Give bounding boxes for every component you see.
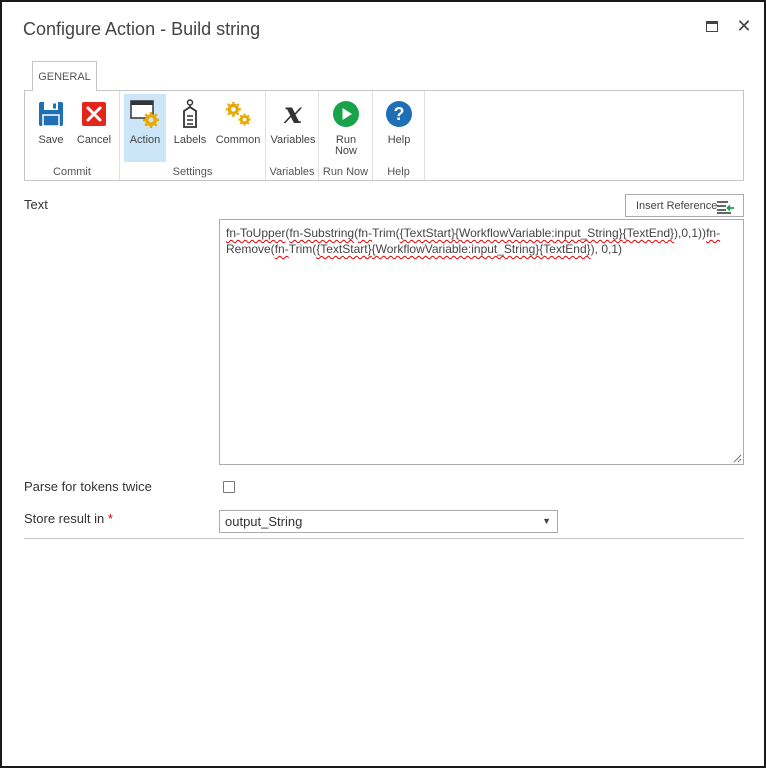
store-result-value: output_String — [225, 514, 303, 529]
store-result-select[interactable]: output_String ▼ — [219, 510, 558, 533]
gears-icon — [223, 99, 253, 129]
cancel-label: Cancel — [76, 134, 112, 146]
help-button[interactable]: ? Help — [378, 94, 420, 162]
close-icon: ✕ — [736, 15, 752, 36]
ribbon-group-run-now: Run Now Run Now — [319, 91, 373, 180]
run-now-label-line2: Now — [334, 145, 357, 157]
run-now-label: Run Now — [335, 135, 357, 157]
form-divider — [24, 538, 744, 539]
save-label: Save — [38, 134, 64, 146]
insert-reference-icon — [717, 201, 734, 214]
ribbon: Save Cancel Commit Action Labels Common … — [24, 90, 744, 181]
labels-label: Labels — [173, 134, 207, 146]
store-result-label: Store result in * — [24, 511, 113, 526]
group-label-run-now: Run Now — [322, 166, 369, 178]
text-token: ),0,1)) — [674, 226, 707, 240]
help-label: Help — [387, 134, 411, 146]
save-icon — [36, 99, 66, 129]
dropdown-arrow-icon: ▼ — [542, 516, 551, 526]
help-icon: ? — [384, 99, 414, 129]
store-result-label-text: Store result in — [24, 511, 105, 526]
text-token: Trim( — [288, 242, 317, 256]
text-token: fn- — [274, 242, 289, 256]
ribbon-group-commit: Save Cancel Commit — [25, 91, 120, 180]
text-token: fn-Substring — [289, 226, 355, 240]
insert-reference-button[interactable]: Insert Reference — [625, 194, 744, 217]
action-button[interactable]: Action — [124, 94, 166, 162]
tag-icon — [175, 99, 205, 129]
labels-button[interactable]: Labels — [169, 94, 211, 162]
text-token: ), 0,1) — [590, 242, 622, 256]
insert-reference-label: Insert Reference — [636, 199, 718, 212]
text-token: {TextEnd} — [539, 242, 591, 256]
maximize-button[interactable] — [702, 16, 722, 36]
group-label-variables: Variables — [269, 166, 315, 178]
tab-general[interactable]: GENERAL — [32, 61, 97, 91]
common-label: Common — [215, 134, 261, 146]
group-label-settings: Settings — [172, 166, 213, 178]
run-now-button[interactable]: Run Now — [325, 94, 367, 162]
variable-x-icon: x — [284, 96, 302, 131]
ribbon-group-variables: x Variables Variables — [266, 91, 319, 180]
cancel-icon — [79, 99, 109, 129]
parse-tokens-checkbox[interactable] — [223, 481, 235, 493]
dialog-title: Configure Action - Build string — [23, 19, 261, 39]
maximize-icon — [706, 20, 718, 32]
svg-text:?: ? — [394, 104, 405, 124]
ribbon-group-help: ? Help Help — [373, 91, 425, 180]
text-token: Trim( — [372, 226, 400, 240]
action-label: Action — [129, 134, 161, 146]
save-button[interactable]: Save — [30, 94, 72, 162]
text-token: {TextEnd} — [622, 226, 675, 240]
ribbon-group-settings: Action Labels Common Settings — [120, 91, 266, 180]
close-button[interactable]: ✕ — [734, 16, 754, 36]
text-token: Remove( — [226, 242, 275, 256]
resize-handle-icon[interactable] — [733, 454, 742, 463]
text-token: {TextStart} — [399, 226, 456, 240]
common-button[interactable]: Common — [213, 94, 263, 162]
dialog-window: Configure Action - Build string ✕ GENERA… — [0, 0, 766, 768]
text-token: {TextStart} — [316, 242, 372, 256]
variables-button[interactable]: x Variables — [269, 94, 317, 162]
text-input[interactable]: fn-ToUpper(fn-Substring(fn-Trim({TextSta… — [219, 219, 744, 465]
text-token: fn- — [706, 226, 721, 240]
text-label: Text — [24, 197, 48, 212]
parse-tokens-label: Parse for tokens twice — [24, 479, 152, 494]
text-token: {WorkflowVariable:input_String} — [371, 242, 540, 256]
group-label-help: Help — [387, 166, 410, 178]
text-token: fn-ToUpper — [226, 226, 286, 240]
cancel-button[interactable]: Cancel — [73, 94, 115, 162]
required-marker: * — [107, 511, 113, 526]
variables-label: Variables — [270, 134, 316, 146]
group-label-commit: Commit — [53, 166, 91, 178]
text-token: fn- — [358, 226, 373, 240]
text-token: {WorkflowVariable:input_String} — [455, 226, 623, 240]
play-icon — [331, 99, 361, 129]
action-settings-icon — [130, 99, 160, 129]
